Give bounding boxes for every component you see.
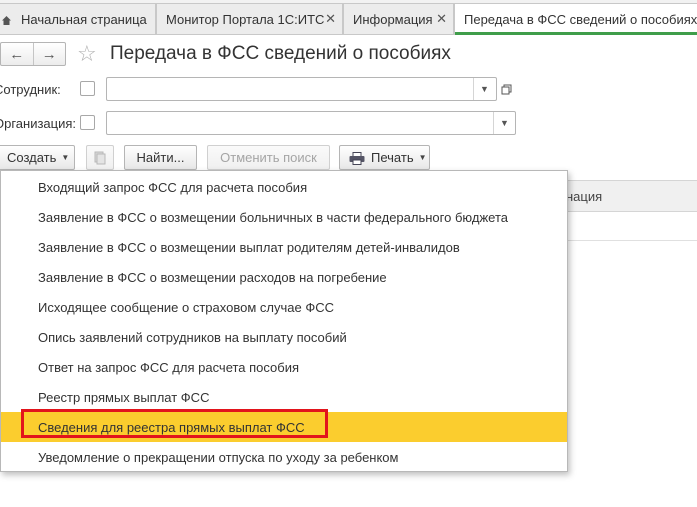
menu-item-label: Заявление в ФСС о возмещении выплат роди… — [38, 239, 460, 255]
printer-icon — [349, 151, 365, 165]
tab-label: Начальная страница — [21, 11, 147, 27]
find-button[interactable]: Найти... — [124, 145, 197, 170]
employee-filter-checkbox[interactable] — [80, 81, 95, 96]
menu-item-fss-request-response[interactable]: Ответ на запрос ФСС для расчета пособия — [1, 352, 567, 382]
menu-item-sick-leave-reimbursement[interactable]: Заявление в ФСС о возмещении больничных … — [1, 202, 567, 232]
tab-information[interactable]: Информация ✕ — [343, 3, 454, 34]
menu-item-fss-incoming-request[interactable]: Входящий запрос ФСС для расчета пособия — [1, 172, 567, 202]
tab-home[interactable]: Начальная страница — [0, 3, 156, 34]
tab-label: Информация — [353, 11, 433, 27]
print-button-label: Печать — [371, 150, 414, 165]
menu-item-direct-payments-register[interactable]: Реестр прямых выплат ФСС — [1, 382, 567, 412]
tab-bar: Начальная страница Монитор Портала 1С:ИТ… — [0, 0, 697, 35]
tab-its-monitor[interactable]: Монитор Портала 1С:ИТС ✕ — [156, 3, 343, 34]
menu-item-parental-leave-termination[interactable]: Уведомление о прекращении отпуска по ухо… — [1, 442, 567, 472]
menu-item-label: Ответ на запрос ФСС для расчета пособия — [38, 359, 300, 375]
create-dropdown-menu: Входящий запрос ФСС для расчета пособия … — [0, 170, 568, 472]
organization-field[interactable]: ▼ — [106, 111, 516, 135]
chevron-down-icon: ▼ — [418, 153, 427, 162]
page-title: Передача в ФСС сведений о пособиях — [110, 43, 451, 64]
cancel-search-button[interactable]: Отменить поиск — [207, 145, 330, 170]
chevron-down-icon: ▼ — [61, 153, 70, 162]
tab-fss-benefits[interactable]: Передача в ФСС сведений о пособиях — [454, 3, 697, 35]
copy-button[interactable] — [86, 145, 114, 170]
menu-item-label: Реестр прямых выплат ФСС — [38, 389, 210, 405]
copy-icon — [94, 151, 106, 164]
print-button[interactable]: Печать ▼ — [339, 145, 430, 170]
table-row — [566, 240, 697, 241]
chevron-down-icon[interactable]: ▼ — [493, 112, 515, 134]
employee-field[interactable]: ▼ — [106, 77, 497, 101]
employee-label: Сотрудник: — [0, 82, 61, 97]
menu-item-label: Входящий запрос ФСС для расчета пособия — [38, 179, 308, 195]
home-icon — [1, 14, 12, 25]
navigation-buttons: ← → — [0, 42, 66, 66]
cancel-search-label: Отменить поиск — [220, 150, 317, 165]
tab-label: Передача в ФСС сведений о пособиях — [464, 12, 697, 27]
menu-item-insured-event-message[interactable]: Исходящее сообщение о страховом случае Ф… — [1, 292, 567, 322]
create-button[interactable]: Создать ▼ — [0, 145, 75, 170]
menu-item-direct-payments-register-info[interactable]: Сведения для реестра прямых выплат ФСС — [1, 409, 567, 442]
table-column-header: нация — [566, 188, 603, 204]
back-button[interactable]: ← — [1, 43, 33, 65]
menu-item-label: Заявление в ФСС о возмещении расходов на… — [38, 269, 387, 285]
find-button-label: Найти... — [136, 150, 185, 165]
star-icon[interactable]: ☆ — [77, 42, 97, 66]
table-header: нация — [566, 180, 697, 212]
create-button-label: Создать — [7, 150, 57, 165]
chevron-down-icon[interactable]: ▼ — [473, 78, 495, 100]
menu-item-label: Опись заявлений сотрудников на выплату п… — [38, 329, 347, 345]
menu-item-label: Исходящее сообщение о страховом случае Ф… — [38, 299, 334, 315]
menu-item-label: Сведения для реестра прямых выплат ФСС — [38, 419, 305, 435]
close-icon[interactable]: ✕ — [436, 12, 447, 26]
menu-item-funeral-reimbursement[interactable]: Заявление в ФСС о возмещении расходов на… — [1, 262, 567, 292]
menu-item-disabled-children-reimbursement[interactable]: Заявление в ФСС о возмещении выплат роди… — [1, 232, 567, 262]
arrow-left-icon: ← — [9, 45, 25, 63]
forward-button[interactable]: → — [32, 43, 66, 65]
arrow-right-icon: → — [41, 45, 57, 63]
close-icon[interactable]: ✕ — [325, 12, 336, 26]
organization-label: Организация: — [0, 116, 77, 131]
tab-label: Монитор Портала 1С:ИТС — [166, 11, 325, 27]
menu-item-label: Уведомление о прекращении отпуска по ухо… — [38, 449, 399, 465]
organization-filter-checkbox[interactable] — [80, 115, 95, 130]
open-icon[interactable] — [496, 79, 516, 99]
menu-item-applications-inventory[interactable]: Опись заявлений сотрудников на выплату п… — [1, 322, 567, 352]
menu-item-label: Заявление в ФСС о возмещении больничных … — [38, 209, 508, 225]
